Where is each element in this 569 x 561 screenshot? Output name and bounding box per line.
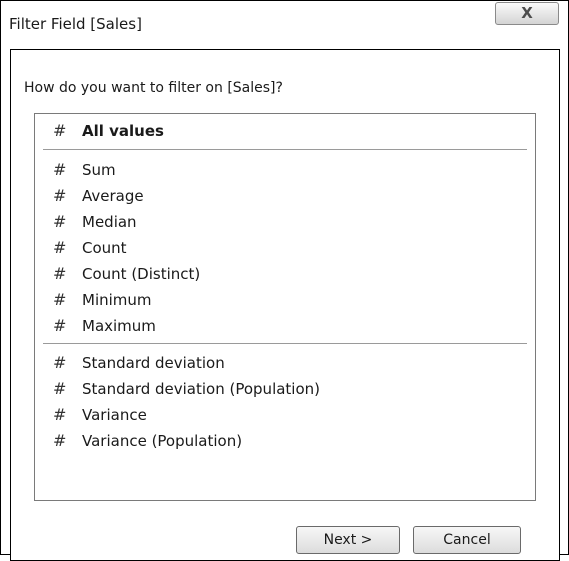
measure-hash-icon: # xyxy=(53,316,67,335)
list-item-average[interactable]: # Average xyxy=(35,183,535,209)
filter-field-dialog: Filter Field [Sales] X How do you want t… xyxy=(0,0,569,561)
list-divider xyxy=(43,343,527,344)
measure-hash-icon: # xyxy=(53,431,67,450)
window-title: Filter Field [Sales] xyxy=(9,15,142,33)
measure-hash-icon: # xyxy=(53,212,67,231)
list-item-label: Count (Distinct) xyxy=(82,265,201,283)
list-item-label: Median xyxy=(82,213,137,231)
list-item-sum[interactable]: # Sum xyxy=(35,157,535,183)
filter-prompt: How do you want to filter on [Sales]? xyxy=(24,80,283,96)
list-item-standard-deviation-population[interactable]: # Standard deviation (Population) xyxy=(35,376,535,402)
list-item-all-values[interactable]: # All values xyxy=(35,118,535,144)
list-item-count-distinct[interactable]: # Count (Distinct) xyxy=(35,261,535,287)
list-item-count[interactable]: # Count xyxy=(35,235,535,261)
list-item-minimum[interactable]: # Minimum xyxy=(35,287,535,313)
aggregation-list[interactable]: # All values # Sum # Average # Median # … xyxy=(34,113,536,501)
list-item-label: Variance (Population) xyxy=(82,432,243,450)
list-item-label: Maximum xyxy=(82,317,156,335)
measure-hash-icon: # xyxy=(53,186,67,205)
list-item-variance-population[interactable]: # Variance (Population) xyxy=(35,428,535,454)
dialog-content: How do you want to filter on [Sales]? # … xyxy=(10,49,560,561)
list-item-median[interactable]: # Median xyxy=(35,209,535,235)
list-divider xyxy=(43,149,527,150)
list-item-label: Standard deviation (Population) xyxy=(82,380,321,398)
measure-hash-icon: # xyxy=(53,353,67,372)
list-item-maximum[interactable]: # Maximum xyxy=(35,313,535,339)
list-item-variance[interactable]: # Variance xyxy=(35,402,535,428)
list-item-label: Minimum xyxy=(82,291,152,309)
list-item-label: Average xyxy=(82,187,144,205)
cancel-button[interactable]: Cancel xyxy=(413,526,521,554)
close-button[interactable]: X xyxy=(495,2,559,25)
measure-hash-icon: # xyxy=(53,160,67,179)
title-bar: Filter Field [Sales] X xyxy=(1,1,568,45)
measure-hash-icon: # xyxy=(53,121,67,140)
list-item-label: All values xyxy=(82,122,164,140)
close-icon: X xyxy=(521,4,533,22)
measure-hash-icon: # xyxy=(53,264,67,283)
measure-hash-icon: # xyxy=(53,379,67,398)
list-item-label: Standard deviation xyxy=(82,354,225,372)
measure-hash-icon: # xyxy=(53,290,67,309)
next-button[interactable]: Next > xyxy=(296,526,400,554)
measure-hash-icon: # xyxy=(53,238,67,257)
list-item-standard-deviation[interactable]: # Standard deviation xyxy=(35,350,535,376)
measure-hash-icon: # xyxy=(53,405,67,424)
list-item-label: Count xyxy=(82,239,127,257)
list-item-label: Variance xyxy=(82,406,147,424)
list-item-label: Sum xyxy=(82,161,116,179)
